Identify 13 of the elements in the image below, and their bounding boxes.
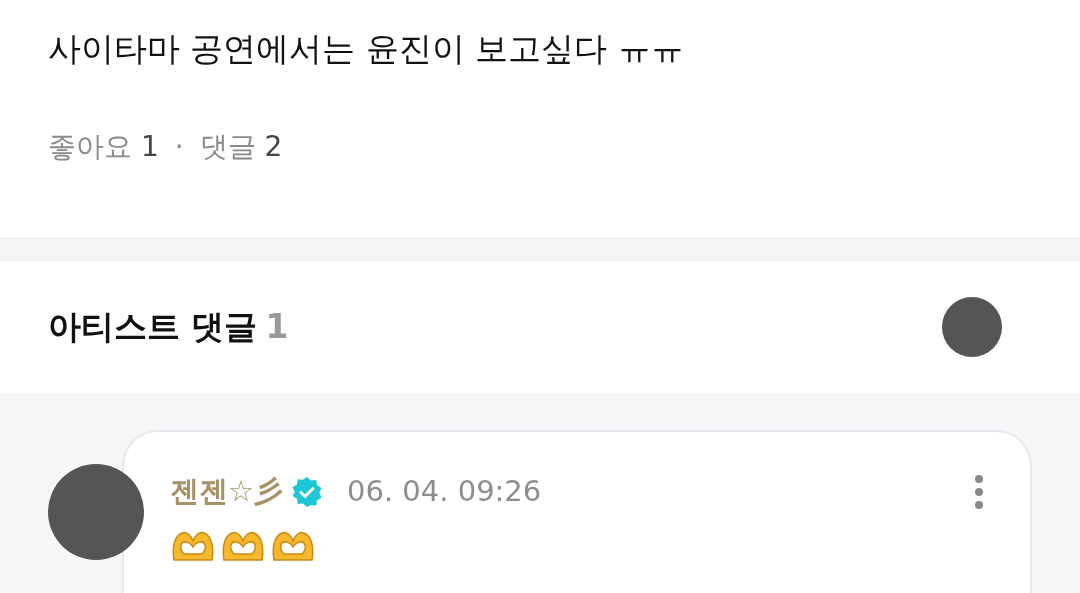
likes-count: 좋아요 1 — [48, 128, 159, 165]
author-name[interactable]: 젠젠☆彡 — [170, 470, 283, 514]
more-options-icon[interactable] — [974, 473, 984, 510]
post-text: 사이타마 공연에서는 윤진이 보고싶다 ㅠㅠ — [48, 28, 685, 70]
heart-hands-icon — [220, 529, 266, 564]
heart-hands-icon — [170, 529, 216, 564]
separator-dot: · — [174, 128, 184, 165]
heart-hands-icon — [270, 529, 316, 564]
avatar-placeholder[interactable] — [942, 297, 1002, 357]
section-title: 아티스트 댓글 — [48, 306, 258, 349]
comment-count: 1 — [265, 306, 289, 349]
comments-count: 댓글 2 — [199, 128, 283, 165]
comment-time: 06. 04. 09:26 — [347, 473, 542, 510]
